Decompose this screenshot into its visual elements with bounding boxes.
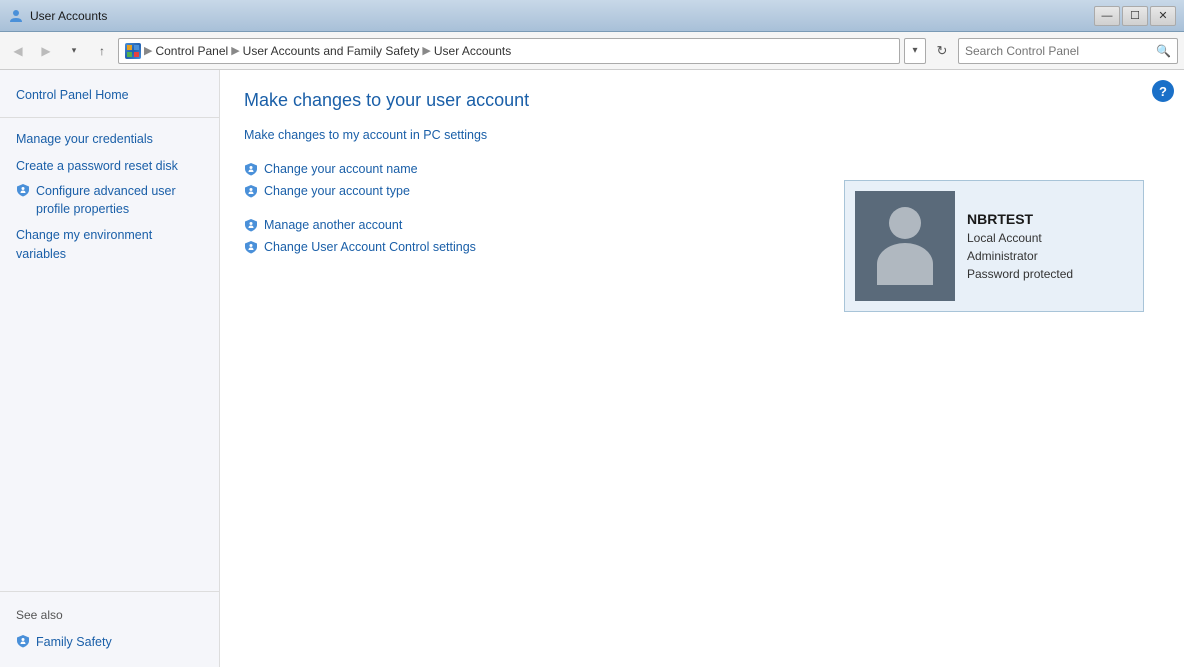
sidebar-item-family-safety[interactable]: Family Safety <box>0 630 219 656</box>
sidebar-bottom-divider <box>0 591 219 592</box>
search-box[interactable]: 🔍 <box>958 38 1178 64</box>
user-detail-password: Password protected <box>967 267 1073 281</box>
app-icon <box>8 8 24 24</box>
page-title: Make changes to your user account <box>244 90 1160 111</box>
user-card: NBRTEST Local Account Administrator Pass… <box>844 180 1144 312</box>
sidebar-item-password-disk[interactable]: Create a password reset disk <box>0 153 219 180</box>
user-detail-account-type: Local Account <box>967 231 1073 245</box>
change-name-link[interactable]: Change your account name <box>264 162 418 176</box>
change-type-link[interactable]: Change your account type <box>264 184 410 198</box>
action-link-row-name: Change your account name <box>244 162 1160 176</box>
window-title: User Accounts <box>30 9 107 23</box>
path-sep-2: ▶ <box>231 44 239 57</box>
avatar-head <box>889 207 921 239</box>
main-container: Control Panel Home Manage your credentia… <box>0 70 1184 667</box>
shield-icon-change-type <box>244 184 258 198</box>
minimize-button[interactable]: — <box>1094 6 1120 26</box>
help-button[interactable]: ? <box>1152 80 1174 102</box>
sidebar-item-manage-credentials[interactable]: Manage your credentials <box>0 126 219 153</box>
path-user-accounts: User Accounts <box>434 44 511 58</box>
sidebar-divider <box>0 117 219 118</box>
sidebar-item-configure-advanced[interactable]: Configure advanced user profile properti… <box>0 179 219 222</box>
user-info: NBRTEST Local Account Administrator Pass… <box>967 211 1073 281</box>
shield-icon-configure <box>16 183 30 197</box>
control-panel-icon <box>125 43 141 59</box>
shield-icon-change-name <box>244 162 258 176</box>
up-button[interactable]: ↑ <box>90 39 114 63</box>
path-sep-3: ▶ <box>422 44 430 57</box>
title-bar: User Accounts — ☐ ✕ <box>0 0 1184 32</box>
back-button[interactable]: ◀ <box>6 39 30 63</box>
see-also-label: See also <box>0 600 219 630</box>
address-dropdown-btn[interactable]: ▾ <box>904 38 926 64</box>
maximize-button[interactable]: ☐ <box>1122 6 1148 26</box>
sidebar: Control Panel Home Manage your credentia… <box>0 70 220 667</box>
avatar-body <box>877 243 933 285</box>
window-controls: — ☐ ✕ <box>1094 6 1176 26</box>
sidebar-item-env-vars[interactable]: Change my environment variables <box>0 222 219 268</box>
path-sep-1: ▶ <box>144 44 152 57</box>
path-family-safety: User Accounts and Family Safety <box>243 44 420 58</box>
shield-icon-family <box>16 634 30 648</box>
path-control-panel: Control Panel <box>155 44 228 58</box>
sidebar-item-home[interactable]: Control Panel Home <box>0 82 219 109</box>
sidebar-configure-label: Configure advanced user profile properti… <box>36 183 203 218</box>
dropdown-button[interactable]: ▾ <box>62 39 86 63</box>
pc-settings-link[interactable]: Make changes to my account in PC setting… <box>244 128 487 142</box>
dropdown-arrow-icon: ▾ <box>912 45 917 56</box>
user-avatar <box>855 191 955 301</box>
close-button[interactable]: ✕ <box>1150 6 1176 26</box>
username: NBRTEST <box>967 211 1073 227</box>
shield-icon-uac <box>244 240 258 254</box>
avatar-figure <box>877 207 933 285</box>
family-safety-label: Family Safety <box>36 634 112 652</box>
content-area: ? Make changes to your user account Make… <box>220 70 1184 667</box>
forward-button[interactable]: ▶ <box>34 39 58 63</box>
user-detail-role: Administrator <box>967 249 1073 263</box>
shield-icon-manage <box>244 218 258 232</box>
search-icon: 🔍 <box>1156 44 1171 58</box>
refresh-button[interactable]: ↻ <box>930 39 954 63</box>
address-bar: ◀ ▶ ▾ ↑ ▶ Control Panel ▶ User Accounts … <box>0 32 1184 70</box>
manage-another-link[interactable]: Manage another account <box>264 218 402 232</box>
address-path[interactable]: ▶ Control Panel ▶ User Accounts and Fami… <box>118 38 900 64</box>
search-input[interactable] <box>965 44 1152 58</box>
uac-settings-link[interactable]: Change User Account Control settings <box>264 240 476 254</box>
